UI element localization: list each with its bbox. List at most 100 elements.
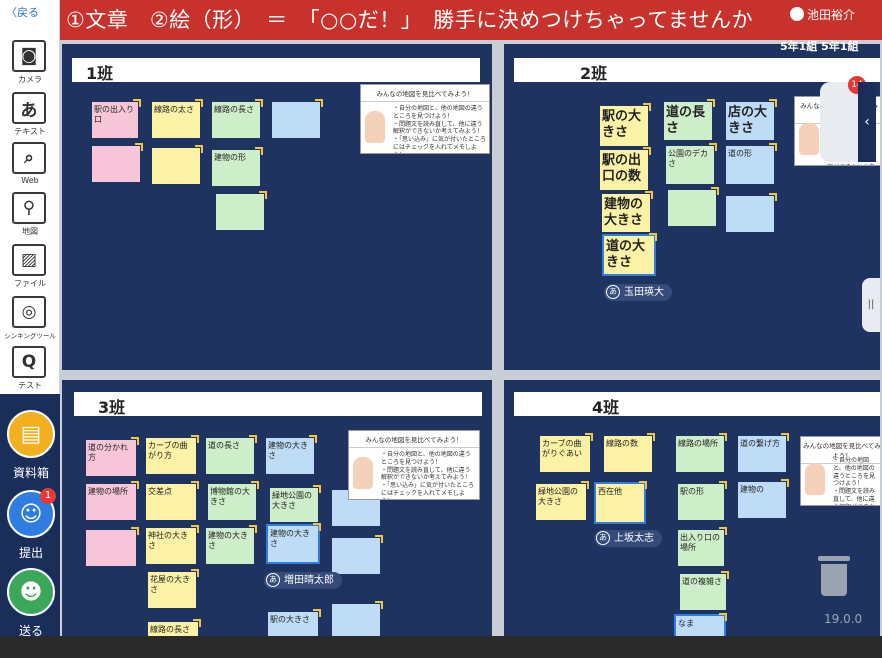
sticky-note[interactable]: 西在他: [594, 481, 647, 524]
sticky-note[interactable]: 緑地公園の大きさ: [536, 481, 589, 520]
user-name: 池田裕介: [807, 8, 856, 22]
camera-tool[interactable]: ◙ カメラ: [0, 38, 60, 90]
card-lines: ・自分の地図と、他の地図の違うところを見つけよう！ ・問題文を読み直して、他に違…: [381, 451, 476, 499]
sticky-note[interactable]: 道の大きさ: [602, 233, 657, 276]
sticky-note[interactable]: 道の長さ: [206, 435, 257, 474]
sticky-note[interactable]: 緑地公園の大きさ: [270, 485, 321, 522]
sticky-note[interactable]: 駅の出口の数: [600, 147, 651, 190]
instruction-card[interactable]: みんなの地図を見比べてみよう！ ・自分の地図と、他の地図の違うところを見つけよう…: [800, 436, 880, 506]
web-search-icon: ⌕: [12, 142, 46, 174]
panel-title-bar: [514, 58, 880, 82]
test-tool[interactable]: Q テスト: [0, 344, 60, 396]
sticky-note[interactable]: [152, 145, 203, 184]
user-tag-name: 増田晴太郎: [284, 575, 334, 586]
card-line: ・問題文を読み直して、他に違う解釈ができないか考えてみよう！: [381, 466, 471, 482]
panel-title: 2班: [580, 64, 608, 83]
web-tool[interactable]: ⌕ Web: [0, 140, 60, 192]
sticky-note[interactable]: 道の繋げ方: [738, 433, 789, 472]
sticky-note[interactable]: 出入り口の場所: [678, 527, 727, 566]
text-tool[interactable]: あ テキスト: [0, 90, 60, 142]
card-line: ・自分の地図と、他の地図の違うところを見つけよう！: [393, 105, 483, 120]
sticky-note[interactable]: 建物の場所: [86, 481, 139, 520]
thinking-tool[interactable]: ◎ シンキングツール: [0, 294, 60, 346]
panel-title-bar: [514, 392, 880, 416]
teacher-illustration: [365, 111, 385, 143]
sticky-note[interactable]: [216, 191, 267, 230]
text-icon: あ: [266, 573, 280, 587]
file-tool[interactable]: ▨ ファイル: [0, 242, 60, 294]
sticky-note[interactable]: 道の形: [726, 143, 777, 184]
sticky-note[interactable]: 道の長さ: [664, 99, 715, 140]
text-icon: あ: [12, 92, 46, 124]
user-indicator: 池田裕介: [790, 6, 855, 23]
sticky-note[interactable]: 公園のデカさ: [666, 143, 717, 184]
trash-lid: [818, 556, 850, 561]
back-button[interactable]: 〈戻る: [6, 4, 39, 20]
sticky-note[interactable]: 線路の数: [604, 433, 655, 472]
sticky-note[interactable]: 花屋の大きさ: [148, 569, 199, 608]
map-tool[interactable]: ⚲ 地図: [0, 190, 60, 242]
sticky-note[interactable]: [86, 527, 139, 566]
sticky-note[interactable]: カーブの曲がり方: [146, 435, 199, 474]
action-label: 資料箱: [12, 466, 49, 480]
text-icon: あ: [596, 531, 610, 545]
user-icon: [790, 7, 804, 21]
panel-title-bar: [74, 392, 482, 416]
card-heading: みんなの地図を見比べてみよう！: [349, 431, 479, 448]
sticky-note[interactable]: 建物の大きさ: [206, 525, 257, 564]
sticky-note[interactable]: [332, 601, 383, 636]
sticky-note[interactable]: [668, 187, 719, 226]
sticky-note[interactable]: 道の分かれ方: [86, 437, 139, 476]
tool-label: シンキングツール: [4, 332, 56, 340]
user-cursor-tag: あ上坂太志: [594, 530, 662, 547]
chevron-left-icon[interactable]: ‹: [858, 82, 876, 162]
sticky-note[interactable]: 交差点: [146, 481, 199, 520]
sticky-note[interactable]: 建物の: [738, 479, 789, 518]
user-tag-name: 上坂太志: [614, 533, 654, 544]
submit-button[interactable]: ☺ 1 ⇐ 提出: [0, 488, 79, 568]
board-area[interactable]: 1班 駅の出入り口 線路の太さ 線路の長さ 建物の形 みんなの地図を見比べてみよ…: [60, 40, 882, 636]
instruction-card[interactable]: みんなの地図を見比べてみよう！ ・自分の地図と、他の地図の違うところを見つけよう…: [360, 84, 490, 154]
sticky-note[interactable]: 建物の大きさ: [266, 523, 321, 564]
sticky-note[interactable]: 道の複雑さ: [680, 571, 729, 610]
sticky-note[interactable]: 建物の大きさ: [602, 191, 653, 232]
sticky-note[interactable]: [272, 99, 323, 138]
sticky-note[interactable]: 線路の長さ: [212, 99, 263, 138]
group-panel-1[interactable]: 1班 駅の出入り口 線路の太さ 線路の長さ 建物の形 みんなの地図を見比べてみよ…: [62, 44, 492, 370]
group-panel-4[interactable]: 4班 カーブの曲がりぐあい 線路の数 線路の場所 道の繋げ方 緑地公園の大きさ …: [504, 380, 880, 636]
sticky-note[interactable]: 博物館の大きさ: [208, 481, 259, 520]
card-heading: みんなの地図を見比べてみよう！: [361, 85, 489, 102]
sticky-note[interactable]: 建物の形: [212, 147, 263, 186]
sticky-note[interactable]: 駅の形: [678, 481, 727, 520]
sticky-note[interactable]: 駅の大きさ: [268, 609, 321, 636]
action-label: 提出: [18, 546, 43, 560]
camera-icon: ◙: [12, 40, 46, 72]
sticky-note[interactable]: 線路の太さ: [152, 99, 203, 138]
sticky-note[interactable]: 線路の場所: [676, 433, 727, 472]
sticky-note[interactable]: 駅の大きさ: [600, 103, 651, 146]
trash-icon[interactable]: [818, 556, 850, 596]
sticky-note[interactable]: [92, 143, 143, 182]
user-tag-name: 玉田瑛大: [624, 287, 664, 298]
sticky-note[interactable]: なま: [674, 613, 727, 636]
sticky-note[interactable]: [726, 193, 777, 232]
version-label: 19.0.0: [824, 612, 863, 626]
instruction-card[interactable]: みんなの地図を見比べてみよう！ ・自分の地図と、他の地図の違うところを見つけよう…: [348, 430, 480, 500]
member-dock[interactable]: 14 ‹: [820, 76, 876, 162]
send-button[interactable]: ☻ ⇐ 送る: [0, 566, 79, 646]
sticky-note[interactable]: 店の大きさ: [726, 99, 777, 140]
sticky-note[interactable]: 線路の長さ: [148, 619, 201, 636]
document-box-button[interactable]: ▤ ⇐ 資料箱: [0, 408, 79, 488]
prompt-banner: ①文章 ②絵（形） ＝ 「○○だ！」 勝手に決めつけちゃってませんか: [60, 0, 882, 40]
sticky-note[interactable]: 駅の出入り口: [92, 99, 141, 138]
sticky-note[interactable]: 神社の大きさ: [146, 525, 199, 564]
bottom-bar: [0, 636, 882, 658]
sticky-note[interactable]: 建物の大きさ: [266, 435, 317, 474]
sticky-note[interactable]: [332, 535, 383, 574]
side-drawer-handle[interactable]: ||: [862, 278, 880, 332]
document-box-icon: ▤: [7, 410, 55, 458]
thinking-tool-icon: ◎: [12, 296, 46, 328]
trash-can: [821, 564, 847, 596]
sticky-note[interactable]: カーブの曲がりぐあい: [540, 433, 593, 472]
group-panel-3[interactable]: 3班 道の分かれ方 カーブの曲がり方 道の長さ 建物の大きさ 建物の場所 交差点…: [62, 380, 492, 636]
